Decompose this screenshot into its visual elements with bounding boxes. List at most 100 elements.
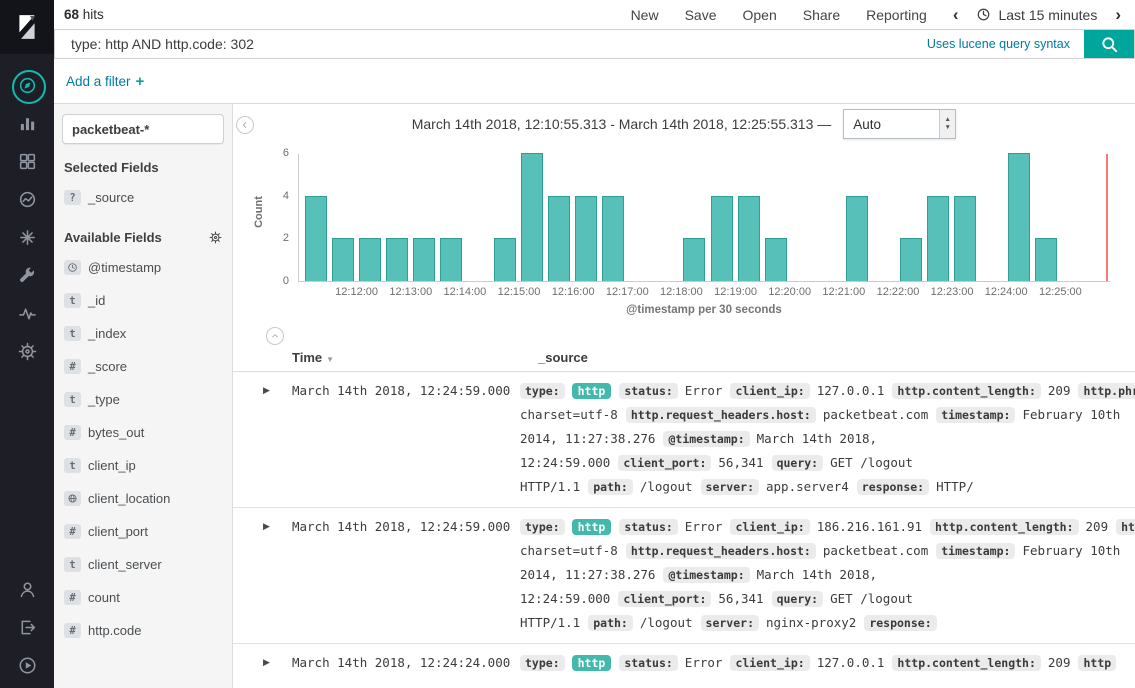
- histogram-bar[interactable]: [440, 238, 462, 281]
- field-item-http.code[interactable]: #http.code: [54, 614, 232, 647]
- histogram-bar[interactable]: [765, 238, 787, 281]
- x-tick-label: 12:25:00: [1028, 286, 1092, 298]
- add-filter-plus-icon[interactable]: +: [136, 73, 145, 90]
- time-picker[interactable]: Last 15 minutes: [976, 7, 1097, 23]
- field-item-client_location[interactable]: client_location: [54, 482, 232, 515]
- source-field-value: 56,341: [718, 455, 763, 470]
- search-button[interactable]: [1084, 30, 1134, 58]
- source-field-value: 56,341: [718, 591, 763, 606]
- source-field-name: http.content_length:: [930, 519, 1078, 535]
- field-item-client_port[interactable]: #client_port: [54, 515, 232, 548]
- dev-tools-icon[interactable]: [0, 256, 54, 294]
- field-item-_score[interactable]: #_score: [54, 350, 232, 383]
- user-icon[interactable]: [0, 570, 54, 608]
- histogram-bar[interactable]: [305, 196, 327, 281]
- collapse-chart-button[interactable]: [266, 327, 284, 345]
- time-range-end-marker: [1106, 154, 1108, 281]
- histogram-plot[interactable]: [298, 154, 1110, 282]
- field-item-_type[interactable]: t_type: [54, 383, 232, 416]
- menu-share[interactable]: Share: [803, 7, 840, 23]
- time-column-header[interactable]: Time▼: [292, 350, 334, 365]
- histogram-bar[interactable]: [386, 238, 408, 281]
- histogram-bar[interactable]: [521, 153, 543, 281]
- menu-save[interactable]: Save: [685, 7, 717, 23]
- source-field-value: app.server4: [766, 479, 849, 494]
- chart-header: March 14th 2018, 12:10:55.313 - March 14…: [233, 104, 1135, 144]
- collapse-sidebar-button[interactable]: [236, 116, 254, 134]
- time-back-icon[interactable]: ‹: [953, 6, 959, 23]
- field-item-_id[interactable]: t_id: [54, 284, 232, 317]
- field-item-client_ip[interactable]: tclient_ip: [54, 449, 232, 482]
- source-field-name: @timestamp:: [663, 431, 749, 447]
- interval-select[interactable]: Auto ▲ ▼: [843, 109, 956, 139]
- field-item-_index[interactable]: t_index: [54, 317, 232, 350]
- histogram-bar[interactable]: [602, 196, 624, 281]
- histogram-bar[interactable]: [494, 238, 516, 281]
- menu-new[interactable]: New: [631, 7, 659, 23]
- field-settings-gear-icon[interactable]: [209, 231, 222, 244]
- visualize-icon[interactable]: [0, 104, 54, 142]
- field-item-client_server[interactable]: tclient_server: [54, 548, 232, 581]
- search-input[interactable]: [55, 30, 927, 58]
- source-field-name: http.request_headers.host:: [626, 407, 816, 423]
- histogram-chart: Count 0246 12:12:0012:13:0012:14:0012:15…: [233, 144, 1135, 326]
- discover-icon[interactable]: [0, 66, 54, 104]
- add-filter-link[interactable]: Add a filter: [66, 74, 131, 89]
- field-item-count[interactable]: #count: [54, 581, 232, 614]
- field-item-bytes_out[interactable]: #bytes_out: [54, 416, 232, 449]
- source-field-name: response:: [857, 479, 929, 495]
- histogram-bar[interactable]: [846, 196, 868, 281]
- field-type-t-icon: t: [64, 557, 81, 572]
- source-field-value: packetbeat.com: [823, 407, 928, 422]
- doc-source: type:httpstatus:Errorclient_ip:127.0.0.1…: [520, 379, 1123, 499]
- source-field-name: client_port:: [618, 455, 711, 471]
- expand-icon[interactable]: [0, 646, 54, 684]
- menu-open[interactable]: Open: [743, 7, 777, 23]
- machine-learning-icon[interactable]: [0, 218, 54, 256]
- selected-fields-label: Selected Fields: [64, 160, 222, 175]
- monitoring-icon[interactable]: [0, 294, 54, 332]
- histogram-bar[interactable]: [927, 196, 949, 281]
- histogram-bar[interactable]: [1008, 153, 1030, 281]
- logout-icon[interactable]: [0, 608, 54, 646]
- histogram-bar[interactable]: [332, 238, 354, 281]
- expand-row-icon[interactable]: ▶: [263, 521, 270, 532]
- histogram-bar[interactable]: [359, 238, 381, 281]
- expand-row-icon[interactable]: ▶: [263, 385, 270, 396]
- time-forward-icon[interactable]: ›: [1115, 6, 1121, 23]
- source-field-name: http.content_length:: [892, 383, 1040, 399]
- management-icon[interactable]: [0, 332, 54, 370]
- field-name: client_location: [88, 491, 170, 506]
- filter-bar: Add a filter +: [54, 59, 1135, 104]
- histogram-bar[interactable]: [548, 196, 570, 281]
- source-field-name: server:: [701, 479, 759, 495]
- histogram-bar[interactable]: [413, 238, 435, 281]
- index-pattern-selector[interactable]: packetbeat-* ▾: [62, 114, 224, 144]
- source-field-value: 209: [1086, 519, 1109, 534]
- source-field-name: type:: [520, 655, 565, 671]
- lucene-syntax-link[interactable]: Uses lucene query syntax: [927, 37, 1070, 51]
- source-field-name: status:: [619, 655, 677, 671]
- source-field-value: Error: [685, 519, 723, 534]
- kibana-logo[interactable]: [0, 0, 54, 54]
- source-field-name: path:: [588, 615, 633, 631]
- timelion-icon[interactable]: [0, 180, 54, 218]
- histogram-bar[interactable]: [683, 238, 705, 281]
- histogram-bar[interactable]: [575, 196, 597, 281]
- source-field-name: client_port:: [618, 591, 711, 607]
- field-type-t-icon: t: [64, 293, 81, 308]
- expand-row-icon[interactable]: ▶: [263, 657, 270, 668]
- dashboard-icon[interactable]: [0, 142, 54, 180]
- histogram-bar[interactable]: [954, 196, 976, 281]
- source-field-name: http.phrase:: [1116, 519, 1135, 535]
- histogram-bar[interactable]: [738, 196, 760, 281]
- histogram-bar[interactable]: [1035, 238, 1057, 281]
- field-name: _source: [88, 190, 134, 205]
- menu-reporting[interactable]: Reporting: [866, 7, 927, 23]
- field-item-@timestamp[interactable]: @timestamp: [54, 251, 232, 284]
- field-type-t-icon: t: [64, 458, 81, 473]
- field-item-_source[interactable]: ?_source: [54, 181, 232, 214]
- source-field-name: query:: [772, 455, 824, 471]
- histogram-bar[interactable]: [900, 238, 922, 281]
- histogram-bar[interactable]: [711, 196, 733, 281]
